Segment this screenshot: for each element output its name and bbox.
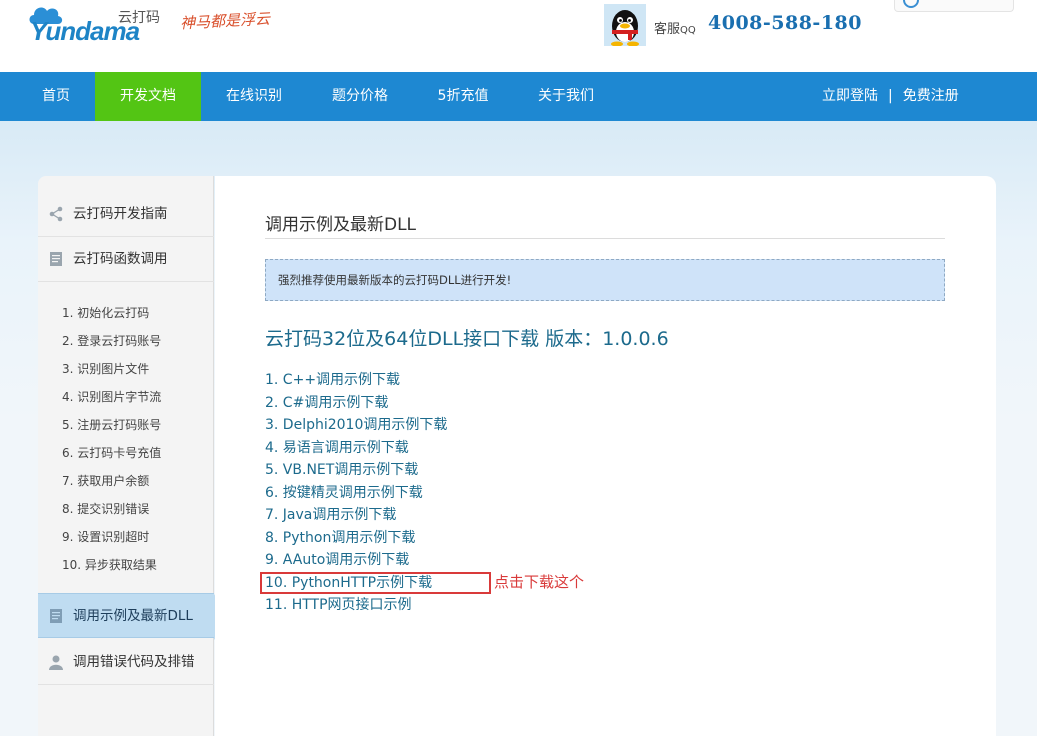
sidebar-sub-item[interactable]: 10. 异步获取结果 [62, 551, 161, 579]
highlight-box [260, 572, 491, 594]
download-link-aauto[interactable]: 9. AAuto调用示例下载 [265, 549, 447, 572]
download-link-java[interactable]: 7. Java调用示例下载 [265, 504, 447, 527]
document-icon [50, 252, 62, 266]
nav-pricing[interactable]: 题分价格 [318, 72, 402, 121]
sidebar-item-function-call[interactable]: 云打码函数调用 [38, 237, 214, 282]
notice-banner: 强烈推荐使用最新版本的云打码DLL进行开发! [265, 259, 945, 301]
share-icon [49, 206, 63, 222]
sidebar: 云打码开发指南 云打码函数调用 1. 初始化云打码 2. 登录云打码账号 3. … [38, 176, 230, 736]
nav-account: 立即登陆 | 免费注册 [822, 72, 959, 121]
sidebar-sub-list: 1. 初始化云打码 2. 登录云打码账号 3. 识别图片文件 4. 识别图片字节… [62, 299, 161, 579]
user-icon [49, 655, 63, 670]
nav-online-recognition[interactable]: 在线识别 [212, 72, 296, 121]
download-link-http-api[interactable]: 11. HTTP网页接口示例 [265, 594, 447, 617]
main-nav: 首页 开发文档 在线识别 题分价格 5折充值 关于我们 立即登陆 | 免费注册 [0, 72, 1037, 121]
login-link[interactable]: 立即登陆 [822, 88, 878, 104]
document-icon [50, 609, 62, 623]
download-link-anjian[interactable]: 6. 按键精灵调用示例下载 [265, 482, 447, 505]
nav-dev-docs[interactable]: 开发文档 [95, 72, 201, 121]
qq-service-label: 客服QQ [654, 22, 696, 37]
site-header: Yundama 云打码 神马都是浮云 客服QQ 4008-588-180 [0, 0, 1037, 72]
nav-separator: | [888, 88, 893, 104]
nav-home[interactable]: 首页 [22, 72, 90, 121]
sidebar-sub-item[interactable]: 1. 初始化云打码 [62, 299, 161, 327]
nav-about[interactable]: 关于我们 [524, 72, 608, 121]
site-logo[interactable]: Yundama 云打码 [28, 2, 168, 50]
sidebar-sub-item[interactable]: 5. 注册云打码账号 [62, 411, 161, 439]
sidebar-sub-item[interactable]: 2. 登录云打码账号 [62, 327, 161, 355]
page-title: 调用示例及最新DLL [265, 215, 417, 235]
sidebar-item-error-codes[interactable]: 调用错误代码及排错 [38, 640, 214, 685]
qq-penguin-icon [604, 4, 646, 46]
register-link[interactable]: 免费注册 [903, 88, 959, 104]
download-link-easy-lang[interactable]: 4. 易语言调用示例下载 [265, 437, 447, 460]
slogan: 神马都是浮云 [179, 9, 271, 33]
logo-chinese: 云打码 [118, 10, 160, 26]
highlight-annotation: 点击下载这个 [494, 573, 585, 591]
sidebar-sub-item[interactable]: 9. 设置识别超时 [62, 523, 161, 551]
top-right-toolbar[interactable] [894, 0, 1014, 12]
download-link-vbnet[interactable]: 5. VB.NET调用示例下载 [265, 459, 447, 482]
sidebar-sub-item[interactable]: 3. 识别图片文件 [62, 355, 161, 383]
download-link-csharp[interactable]: 2. C#调用示例下载 [265, 392, 447, 415]
download-link-cpp[interactable]: 1. C++调用示例下载 [265, 369, 447, 392]
sidebar-sub-item[interactable]: 4. 识别图片字节流 [62, 383, 161, 411]
download-link-delphi[interactable]: 3. Delphi2010调用示例下载 [265, 414, 447, 437]
title-divider [265, 238, 945, 239]
qq-service-number: 4008-588-180 [708, 12, 862, 34]
download-link-python[interactable]: 8. Python调用示例下载 [265, 527, 447, 550]
content-card: 调用示例及最新DLL 强烈推荐使用最新版本的云打码DLL进行开发! 云打码32位… [215, 176, 996, 736]
globe-icon[interactable] [903, 0, 919, 8]
sidebar-item-dev-guide[interactable]: 云打码开发指南 [38, 192, 214, 237]
sidebar-sub-item[interactable]: 7. 获取用户余额 [62, 467, 161, 495]
nav-recharge[interactable]: 5折充值 [424, 72, 502, 121]
sidebar-sub-item[interactable]: 6. 云打码卡号充值 [62, 439, 161, 467]
sidebar-sub-item[interactable]: 8. 提交识别错误 [62, 495, 161, 523]
dll-download-link[interactable]: 云打码32位及64位DLL接口下载 版本：1.0.0.6 [265, 324, 669, 351]
sidebar-item-examples-dll[interactable]: 调用示例及最新DLL [38, 593, 230, 640]
